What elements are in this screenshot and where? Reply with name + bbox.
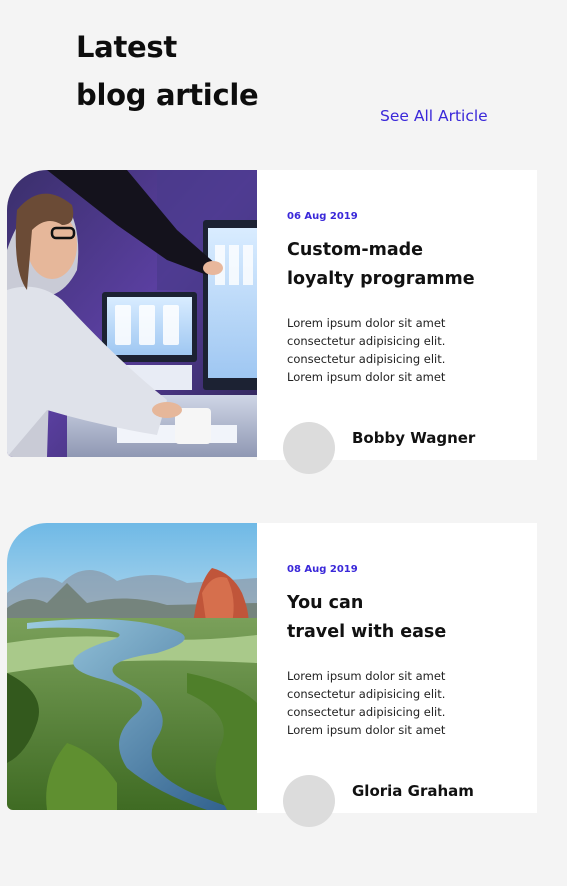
- excerpt-line: consectetur adipisicing elit.: [287, 705, 446, 719]
- excerpt-line: Lorem ipsum dolor sit amet: [287, 370, 446, 384]
- article-title-line-2: loyalty programme: [287, 269, 475, 289]
- excerpt-line: consectetur adipisicing elit.: [287, 352, 446, 366]
- article-card-body: 06 Aug 2019 Custom-made loyalty programm…: [257, 170, 537, 474]
- article-title[interactable]: You can travel with ease: [287, 589, 517, 647]
- page-title: Latest blog article: [76, 23, 336, 119]
- page-title-line-2: blog article: [76, 78, 259, 112]
- page-title-line-1: Latest: [76, 30, 177, 64]
- article-card-body: 08 Aug 2019 You can travel with ease Lor…: [257, 523, 537, 827]
- article-excerpt: Lorem ipsum dolor sit amet consectetur a…: [287, 314, 527, 386]
- article-date: 08 Aug 2019: [287, 564, 358, 575]
- article-title-line-1: Custom-made: [287, 240, 424, 260]
- excerpt-line: consectetur adipisicing elit.: [287, 687, 446, 701]
- article-date: 06 Aug 2019: [287, 211, 358, 222]
- article-title-line-1: You can: [287, 593, 364, 613]
- article-excerpt: Lorem ipsum dolor sit amet consectetur a…: [287, 667, 527, 739]
- excerpt-line: Lorem ipsum dolor sit amet: [287, 669, 446, 683]
- author-name: Bobby Wagner: [352, 429, 476, 447]
- excerpt-line: consectetur adipisicing elit.: [287, 334, 446, 348]
- excerpt-line: Lorem ipsum dolor sit amet: [287, 723, 446, 737]
- author-avatar: [283, 775, 335, 827]
- author-avatar: [283, 422, 335, 474]
- article-title-line-2: travel with ease: [287, 622, 447, 642]
- article-title[interactable]: Custom-made loyalty programme: [287, 236, 517, 294]
- excerpt-line: Lorem ipsum dolor sit amet: [287, 316, 446, 330]
- author-name: Gloria Graham: [352, 782, 474, 800]
- see-all-articles-link[interactable]: See All Article: [380, 107, 488, 125]
- article-image[interactable]: [7, 170, 257, 457]
- article-image[interactable]: [7, 523, 257, 810]
